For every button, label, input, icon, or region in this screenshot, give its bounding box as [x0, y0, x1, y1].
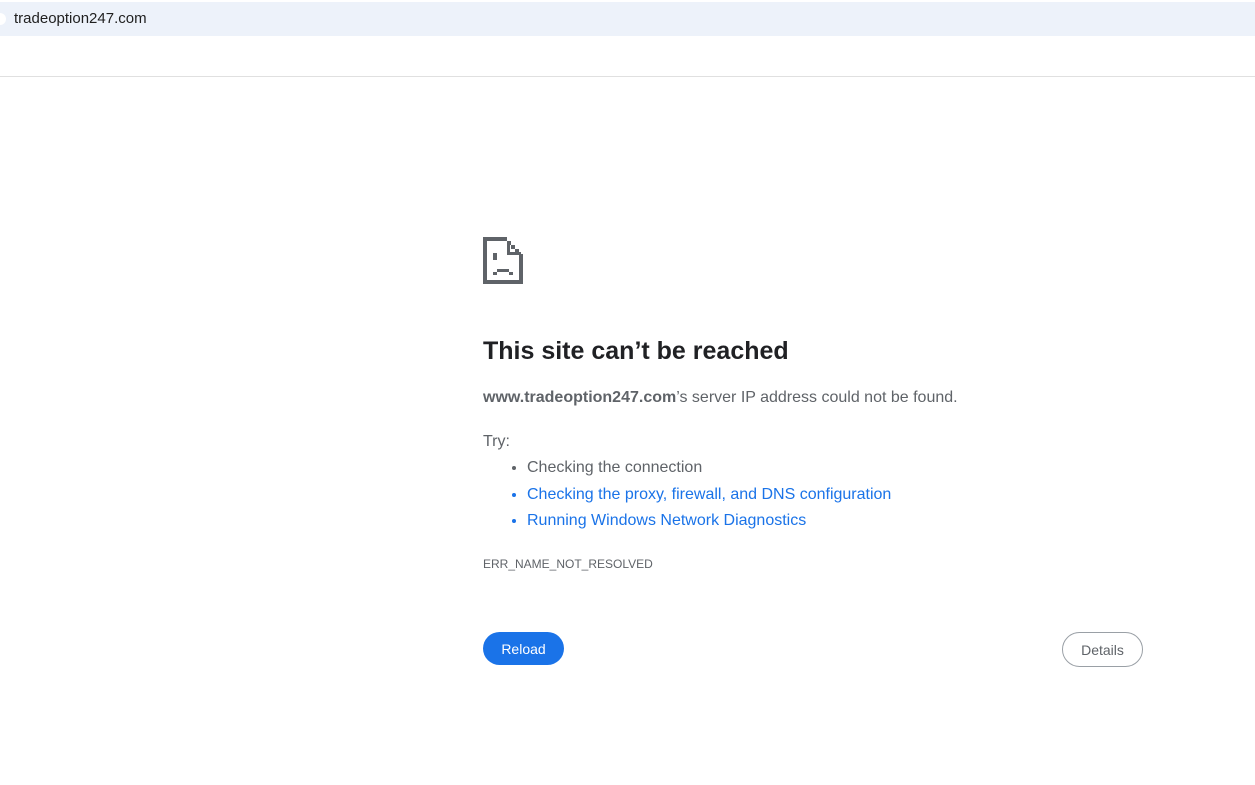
suggestion-diagnostics-link[interactable]: Running Windows Network Diagnostics [527, 508, 891, 535]
host-name: www.tradeoption247.com [483, 389, 677, 406]
suggestions-list: Checking the connection Checking the pro… [483, 455, 891, 535]
toolbar-divider [0, 76, 1255, 77]
try-label: Try: [483, 433, 510, 450]
address-bar[interactable]: tradeoption247.com [0, 2, 1255, 36]
error-message: ’s server IP address could not be found. [676, 389, 958, 406]
error-code: ERR_NAME_NOT_RESOLVED [483, 557, 653, 571]
suggestion-proxy-link[interactable]: Checking the proxy, firewall, and DNS co… [527, 482, 891, 509]
url-text: tradeoption247.com [14, 10, 147, 27]
error-description: www.tradeoption247.com’s server IP addre… [483, 389, 958, 407]
error-title: This site can’t be reached [483, 337, 789, 365]
suggestion-connection: Checking the connection [527, 455, 891, 482]
details-button[interactable]: Details [1062, 632, 1143, 667]
reload-button[interactable]: Reload [483, 632, 564, 665]
site-info-icon[interactable] [0, 13, 6, 25]
sad-page-icon [483, 237, 523, 284]
